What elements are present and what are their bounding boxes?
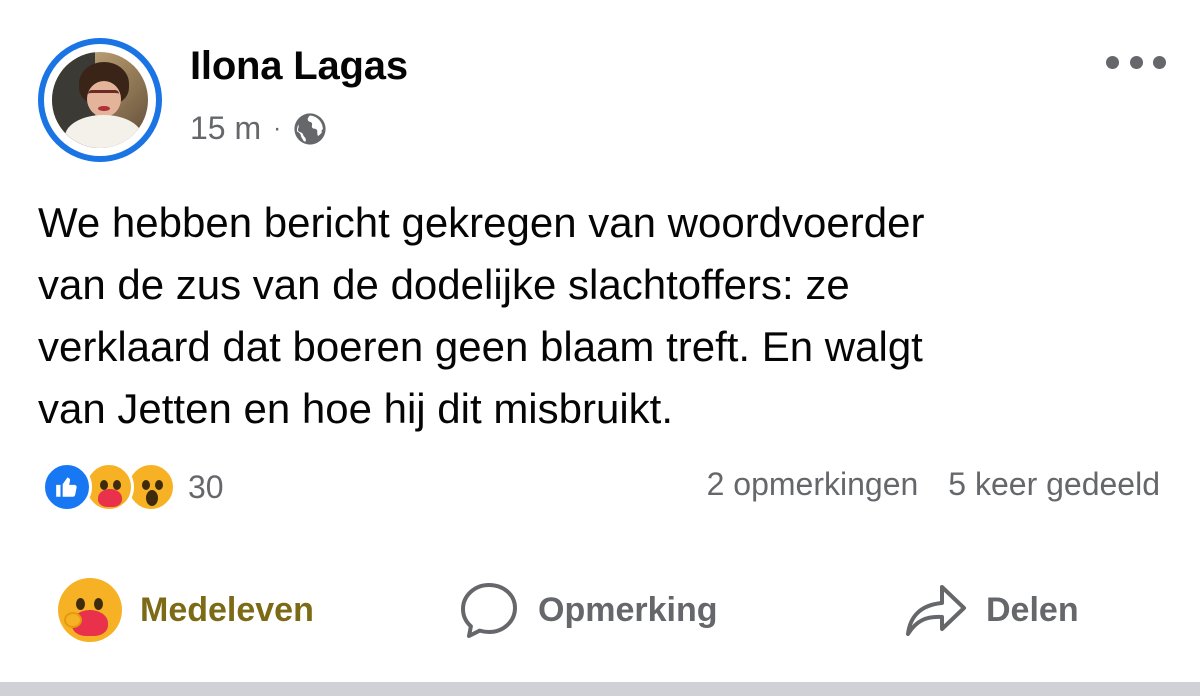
shares-count[interactable]: 5 keer gedeeld — [948, 466, 1160, 503]
reactions-summary[interactable]: 30 — [42, 462, 224, 512]
like-reaction-icon — [42, 462, 92, 512]
care-button-label: Medeleven — [140, 590, 314, 629]
facebook-post: Ilona Lagas 15 m · We hebben bericht gek… — [0, 0, 1200, 696]
share-button-label: Delen — [986, 590, 1079, 629]
comments-count[interactable]: 2 opmerkingen — [707, 466, 919, 503]
post-text: We hebben bericht gekregen van woordvoer… — [38, 192, 1168, 440]
care-button[interactable]: Medeleven — [58, 578, 314, 642]
post-divider — [0, 682, 1200, 696]
author-avatar-story-ring[interactable] — [38, 38, 162, 162]
comment-button-label: Opmerking — [538, 590, 718, 629]
post-timestamp[interactable]: 15 m — [190, 110, 261, 147]
comment-icon — [461, 583, 517, 638]
post-text-line: We hebben bericht gekregen van woordvoer… — [38, 199, 925, 246]
avatar[interactable] — [52, 52, 148, 148]
globe-icon[interactable] — [293, 112, 327, 146]
share-button[interactable]: Delen — [904, 581, 1079, 639]
post-text-line: van de zus van de dodelijke slachtoffers… — [38, 261, 850, 308]
more-options-icon[interactable] — [1106, 54, 1166, 70]
post-stats: 2 opmerkingen 5 keer gedeeld — [707, 466, 1160, 503]
share-icon — [906, 585, 966, 636]
post-text-line: van Jetten en hoe hij dit misbruikt. — [38, 385, 674, 432]
meta-separator: · — [273, 114, 282, 142]
post-text-line: verklaard dat boeren geen blaam treft. E… — [38, 323, 923, 370]
action-bar: Medeleven Opmerking Delen — [0, 570, 1200, 650]
post-meta: 15 m · — [190, 110, 327, 147]
author-name[interactable]: Ilona Lagas — [190, 44, 408, 89]
comment-button[interactable]: Opmerking — [458, 581, 717, 639]
care-reaction-icon — [58, 578, 122, 642]
reaction-count[interactable]: 30 — [188, 469, 224, 506]
